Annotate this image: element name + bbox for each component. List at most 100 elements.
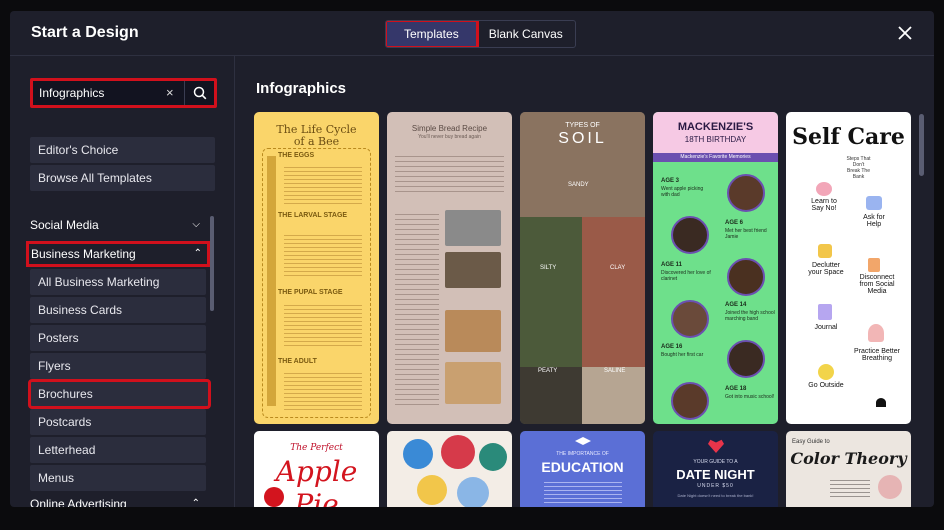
- card-photo: [727, 174, 765, 212]
- card-title: Color Theory: [790, 449, 907, 468]
- template-card-education[interactable]: THE IMPORTANCE OF EDUCATION: [520, 431, 645, 507]
- heart-icon: [816, 182, 832, 196]
- sidebar-scrollbar[interactable]: [210, 216, 214, 311]
- card-title: SOIL: [558, 130, 607, 147]
- close-button[interactable]: [896, 24, 914, 42]
- card-title: EDUCATION: [541, 459, 624, 475]
- template-gallery: Infographics The Life Cycle of a Bee THE…: [235, 56, 934, 507]
- card-step: Ask for Help: [863, 214, 885, 228]
- category-business-marketing[interactable]: Business Marketing ⌃: [26, 241, 210, 267]
- browse-all-templates-button[interactable]: Browse All Templates: [30, 165, 215, 191]
- card-stage-label: THE EGGS: [278, 152, 315, 159]
- card-stage-label: THE ADULT: [278, 358, 317, 365]
- card-photo: [671, 382, 709, 420]
- tab-bar: Templates Blank Canvas: [385, 20, 576, 48]
- sidebar-item-letterhead[interactable]: Letterhead: [30, 437, 206, 463]
- card-photo: [582, 217, 645, 367]
- card-stage-label: THE LARVAL STAGE: [278, 212, 348, 219]
- search-box[interactable]: Infographics ×: [30, 78, 217, 108]
- hand-icon: [866, 196, 882, 210]
- notebook-icon: [818, 304, 832, 320]
- category-social-media[interactable]: Social Media ⌵: [30, 214, 206, 236]
- sidebar-item-flyers[interactable]: Flyers: [30, 353, 206, 379]
- card-age-label: AGE 6: [725, 220, 744, 226]
- modal-header: Start a Design Templates Blank Canvas: [10, 11, 934, 56]
- card-illustration: [457, 477, 489, 507]
- card-age-text: Joined the high school marching band: [725, 310, 775, 322]
- card-title: Self Care: [792, 124, 905, 150]
- search-input[interactable]: Infographics: [39, 86, 104, 100]
- template-card-types-of-soil[interactable]: TYPES OF SOIL SANDY SILTY CLAY PEATY SAL…: [520, 112, 645, 424]
- search-button[interactable]: [184, 81, 214, 105]
- card-text-lines: [284, 370, 362, 410]
- card-age-label: AGE 3: [661, 178, 680, 184]
- card-label: SILTY: [540, 265, 557, 271]
- close-icon: [898, 26, 912, 40]
- template-card-bee-life-cycle[interactable]: The Life Cycle of a Bee THE EGGS THE LAR…: [254, 112, 379, 424]
- gallery-scrollbar[interactable]: [919, 114, 924, 176]
- card-subtitle: UNDER $50: [697, 483, 734, 489]
- sidebar-item-postcards[interactable]: Postcards: [30, 409, 206, 435]
- color-swatch: [878, 475, 902, 499]
- clear-search-icon[interactable]: ×: [166, 85, 174, 100]
- sidebar-item-brochures[interactable]: Brochures: [28, 379, 211, 409]
- card-age-text: Met her best friend Jamie: [725, 228, 767, 240]
- card-title-small: YOUR GUIDE TO A: [693, 459, 738, 465]
- sidebar: Infographics × Editor's Choice Browse Al…: [10, 56, 235, 507]
- start-design-modal: Start a Design Templates Blank Canvas In…: [10, 11, 934, 507]
- template-card-bread-recipe[interactable]: Simple Bread Recipe You'll never buy bre…: [387, 112, 512, 424]
- sidebar-item-menus[interactable]: Menus: [30, 465, 206, 491]
- template-card-color-theory[interactable]: Easy Guide to Color Theory: [786, 431, 911, 507]
- card-age-text: Got into music school!: [725, 394, 775, 400]
- chevron-up-icon: ⌃: [191, 498, 200, 507]
- sidebar-item-business-cards[interactable]: Business Cards: [30, 297, 206, 323]
- lungs-icon: [868, 324, 884, 342]
- card-age-text: Went apple picking with dad: [661, 186, 704, 198]
- plug-icon: [868, 258, 880, 272]
- card-photo: [582, 367, 645, 424]
- heart-icon: [708, 439, 724, 453]
- card-illustration: [403, 439, 433, 469]
- card-photo: [727, 258, 765, 296]
- template-card-date-night[interactable]: YOUR GUIDE TO A DATE NIGHT UNDER $50 Dat…: [653, 431, 778, 507]
- card-step: Go Outside: [808, 382, 844, 389]
- card-title: The Life Cycle of a Bee: [276, 123, 357, 148]
- editors-choice-button[interactable]: Editor's Choice: [30, 137, 215, 163]
- template-card-apple-pie[interactable]: The Perfect Apple Pie: [254, 431, 379, 507]
- search-icon: [193, 86, 207, 100]
- box-icon: [818, 244, 832, 258]
- chevron-down-icon: ⌵: [192, 219, 200, 230]
- template-card-faces[interactable]: [387, 431, 512, 507]
- card-text-lines: [830, 477, 870, 497]
- card-illustration: [479, 443, 507, 471]
- card-title: MACKENZIE'S: [677, 121, 754, 133]
- card-timeline-bar: [267, 156, 276, 406]
- card-caption: Date Night doesn't need to break the ban…: [677, 493, 754, 498]
- tab-blank-canvas[interactable]: Blank Canvas: [477, 21, 575, 47]
- card-title-small: THE IMPORTANCE OF: [556, 451, 609, 457]
- card-text-lines: [544, 479, 622, 503]
- card-age-text: Bought her first car: [661, 352, 704, 358]
- card-ingredients: [395, 152, 504, 192]
- card-photo: [445, 310, 501, 352]
- category-online-advertising[interactable]: Online Advertising ⌃: [30, 493, 206, 507]
- card-step: Learn to Say No!: [811, 198, 837, 212]
- template-card-self-care[interactable]: Self Care Steps That Don't Break The Ban…: [786, 112, 911, 424]
- card-text-lines: [284, 232, 362, 277]
- card-step: Declutter your Space: [808, 262, 844, 276]
- sidebar-item-all-business-marketing[interactable]: All Business Marketing: [30, 269, 206, 295]
- card-age-label: AGE 14: [725, 302, 747, 308]
- card-step: Disconnect from Social Media: [859, 274, 895, 295]
- tab-templates[interactable]: Templates: [385, 21, 479, 47]
- card-age-label: AGE 18: [725, 386, 747, 392]
- card-age-label: AGE 16: [661, 344, 683, 350]
- heart-icon: [876, 398, 886, 407]
- card-label: SANDY: [568, 182, 589, 188]
- template-card-birthday-memories[interactable]: MACKENZIE'S 18TH BIRTHDAY Mackenzie's Fa…: [653, 112, 778, 424]
- sun-icon: [818, 364, 834, 380]
- card-illustration: [441, 435, 475, 469]
- card-step: Journal: [814, 324, 838, 331]
- card-subtitle: 18TH BIRTHDAY: [684, 135, 747, 144]
- section-title: Infographics: [256, 80, 347, 97]
- sidebar-item-posters[interactable]: Posters: [30, 325, 206, 351]
